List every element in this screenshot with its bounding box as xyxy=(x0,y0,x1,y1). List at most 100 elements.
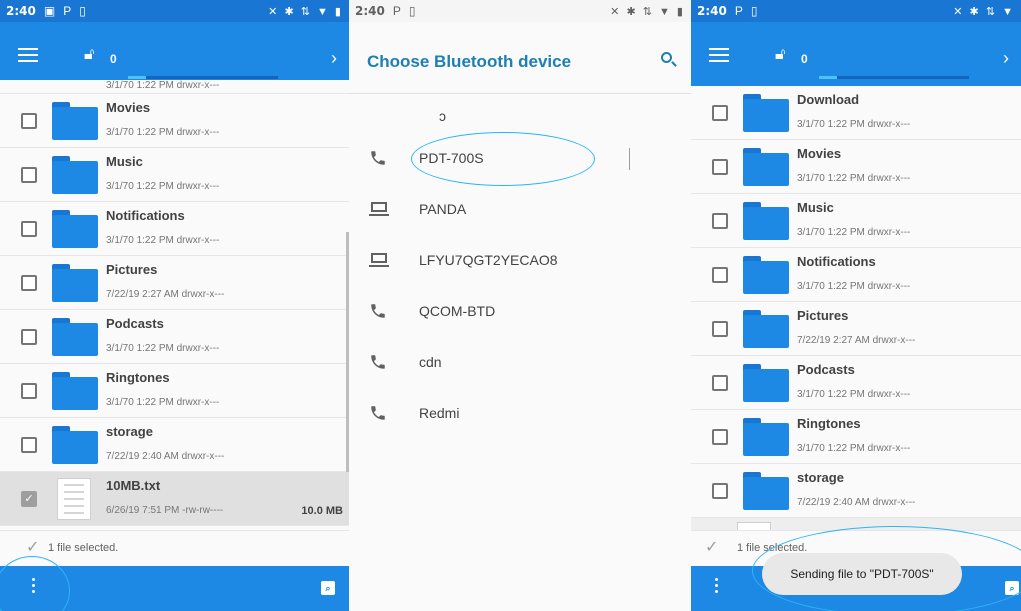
checkbox[interactable] xyxy=(712,159,728,175)
checkbox[interactable] xyxy=(21,113,37,129)
menu-icon[interactable] xyxy=(18,48,38,66)
checkbox[interactable] xyxy=(712,321,728,337)
more-options-icon[interactable] xyxy=(32,578,36,596)
device-item[interactable]: cdn xyxy=(349,337,691,388)
list-item[interactable]: Movies 3/1/70 1:22 PM drwxr-x--- xyxy=(0,94,349,148)
more-options-icon[interactable] xyxy=(715,578,719,596)
list-item[interactable]: Pictures 7/22/19 2:27 AM drwxr-x--- xyxy=(0,256,349,310)
list-item[interactable]: Download 3/1/70 1:22 PM drwxr-x--- xyxy=(691,86,1021,140)
search-square-icon[interactable]: ⌕ xyxy=(1005,581,1019,595)
lock-icon[interactable]: 🔓︎ xyxy=(775,46,785,64)
list-item-file[interactable]: ✓ 10MB.txt 6/26/19 7:51 PM -rw-rw---- 10… xyxy=(0,472,349,526)
system-status-icons: ✕ ✱ ⇅ ▼ ▮ xyxy=(610,5,685,18)
path-count: 0 xyxy=(110,52,117,66)
bottom-bar: ⌕ xyxy=(0,566,349,611)
chevron-right-icon[interactable]: › xyxy=(1003,48,1009,69)
search-square-icon[interactable]: ⌕ xyxy=(321,581,335,595)
checkbox[interactable] xyxy=(712,429,728,445)
folder-icon xyxy=(52,264,98,302)
menu-icon[interactable] xyxy=(709,48,729,66)
check-icon: ✓ xyxy=(26,539,40,556)
device-label: LFYU7QGT2YECAO8 xyxy=(419,252,558,268)
status-bar: 2:40 P ▯ ✕ ✱ ⇅ ▼ ▮ xyxy=(349,0,691,22)
folder-name: Notifications xyxy=(106,208,185,223)
list-item[interactable]: Movies 3/1/70 1:22 PM drwxr-x--- xyxy=(691,140,1021,194)
list-item[interactable]: storage 7/22/19 2:40 AM drwxr-x--- xyxy=(691,464,1021,518)
page-title: Choose Bluetooth device xyxy=(367,52,572,71)
folder-icon xyxy=(52,210,98,248)
folder-icon xyxy=(52,372,98,410)
device-label: cdn xyxy=(419,354,442,370)
folder-name: Pictures xyxy=(797,308,849,323)
folder-name: Podcasts xyxy=(797,362,855,377)
status-time: 2:40 xyxy=(355,4,385,18)
folder-meta: 3/1/70 1:22 PM drwxr-x--- xyxy=(106,397,220,408)
device-item[interactable]: PDT-700S xyxy=(349,133,691,184)
folder-icon xyxy=(743,148,789,186)
laptop-icon xyxy=(369,202,389,216)
folder-meta: 3/1/70 1:22 PM drwxr-x--- xyxy=(106,181,220,192)
text-file-icon xyxy=(57,478,91,520)
checkbox[interactable] xyxy=(21,329,37,345)
folder-meta: 7/22/19 2:27 AM drwxr-x--- xyxy=(797,335,916,346)
checkbox[interactable] xyxy=(712,267,728,283)
folder-icon xyxy=(743,94,789,132)
folder-icon xyxy=(52,102,98,140)
folder-meta: 3/1/70 1:22 PM drwxr-x--- xyxy=(797,389,911,400)
device-item[interactable]: QCOM-BTD xyxy=(349,286,691,337)
list-item[interactable]: Podcasts 3/1/70 1:22 PM drwxr-x--- xyxy=(691,356,1021,410)
file-manager-right-screen: 2:40 P ▯ ✕ ✱ ⇅ ▼ 🔓︎ 0 › Download 3/1/70 1… xyxy=(691,0,1021,611)
checkbox[interactable] xyxy=(712,213,728,229)
list-item[interactable]: Podcasts 3/1/70 1:22 PM drwxr-x--- xyxy=(0,310,349,364)
file-manager-left-screen: 2:40 ▣ P ▯ ✕ ✱ ⇅ ▼ ▮ 🔓︎ 0 › 3/1/70 1:22 … xyxy=(0,0,349,611)
folder-icon xyxy=(743,364,789,402)
image-notification-icon: ▣ xyxy=(43,4,56,18)
file-size: 10.0 MB xyxy=(301,505,343,517)
phone-icon xyxy=(371,304,385,318)
list-item[interactable]: Ringtones 3/1/70 1:22 PM drwxr-x--- xyxy=(691,410,1021,464)
battery-saver-icon: ▯ xyxy=(750,4,758,18)
list-item[interactable]: Pictures 7/22/19 2:27 AM drwxr-x--- xyxy=(691,302,1021,356)
folder-name: storage xyxy=(797,470,844,485)
folder-name: Pictures xyxy=(106,262,158,277)
list-item[interactable]: storage 7/22/19 2:40 AM drwxr-x--- xyxy=(0,418,349,472)
p-notification-icon: P xyxy=(63,4,72,18)
device-label: PDT-700S xyxy=(419,150,484,166)
checkbox[interactable] xyxy=(21,437,37,453)
device-label: Redmi xyxy=(419,405,460,421)
checkbox[interactable] xyxy=(21,383,37,399)
folder-name: Download xyxy=(797,92,860,107)
list-item[interactable]: Ringtones 3/1/70 1:22 PM drwxr-x--- xyxy=(0,364,349,418)
chevron-right-icon[interactable]: › xyxy=(331,48,337,69)
folder-meta: 3/1/70 1:22 PM drwxr-x--- xyxy=(106,343,220,354)
checkbox-checked[interactable]: ✓ xyxy=(21,491,37,507)
checkbox[interactable] xyxy=(21,221,37,237)
folder-name: Music xyxy=(797,200,834,215)
device-label: QCOM-BTD xyxy=(419,303,496,319)
list-item[interactable]: Music 3/1/70 1:22 PM drwxr-x--- xyxy=(691,194,1021,248)
folder-icon xyxy=(743,418,789,456)
checkbox[interactable] xyxy=(712,483,728,499)
checkbox[interactable] xyxy=(21,167,37,183)
status-bar: 2:40 ▣ P ▯ ✕ ✱ ⇅ ▼ ▮ xyxy=(0,0,349,22)
checkbox[interactable] xyxy=(712,105,728,121)
device-item[interactable]: Redmi xyxy=(349,388,691,439)
partial-device-label: ɔ xyxy=(439,108,446,124)
lock-icon[interactable]: 🔓︎ xyxy=(84,46,94,64)
search-icon[interactable] xyxy=(661,52,677,68)
list-item[interactable]: Notifications 3/1/70 1:22 PM drwxr-x--- xyxy=(0,202,349,256)
list-item[interactable]: Notifications 3/1/70 1:22 PM drwxr-x--- xyxy=(691,248,1021,302)
folder-name: Music xyxy=(106,154,143,169)
path-count: 0 xyxy=(801,52,808,66)
device-item[interactable]: PANDA xyxy=(349,184,691,235)
checkbox[interactable] xyxy=(712,375,728,391)
folder-name: Notifications xyxy=(797,254,876,269)
folder-name: Podcasts xyxy=(106,316,164,331)
checkbox[interactable] xyxy=(21,275,37,291)
folder-meta: 7/22/19 2:27 AM drwxr-x--- xyxy=(106,289,225,300)
device-item[interactable]: LFYU7QGT2YECAO8 xyxy=(349,235,691,286)
p-notification-icon: P xyxy=(734,4,743,18)
list-item[interactable]: Music 3/1/70 1:22 PM drwxr-x--- xyxy=(0,148,349,202)
folder-icon xyxy=(743,472,789,510)
folder-name: Ringtones xyxy=(106,370,170,385)
